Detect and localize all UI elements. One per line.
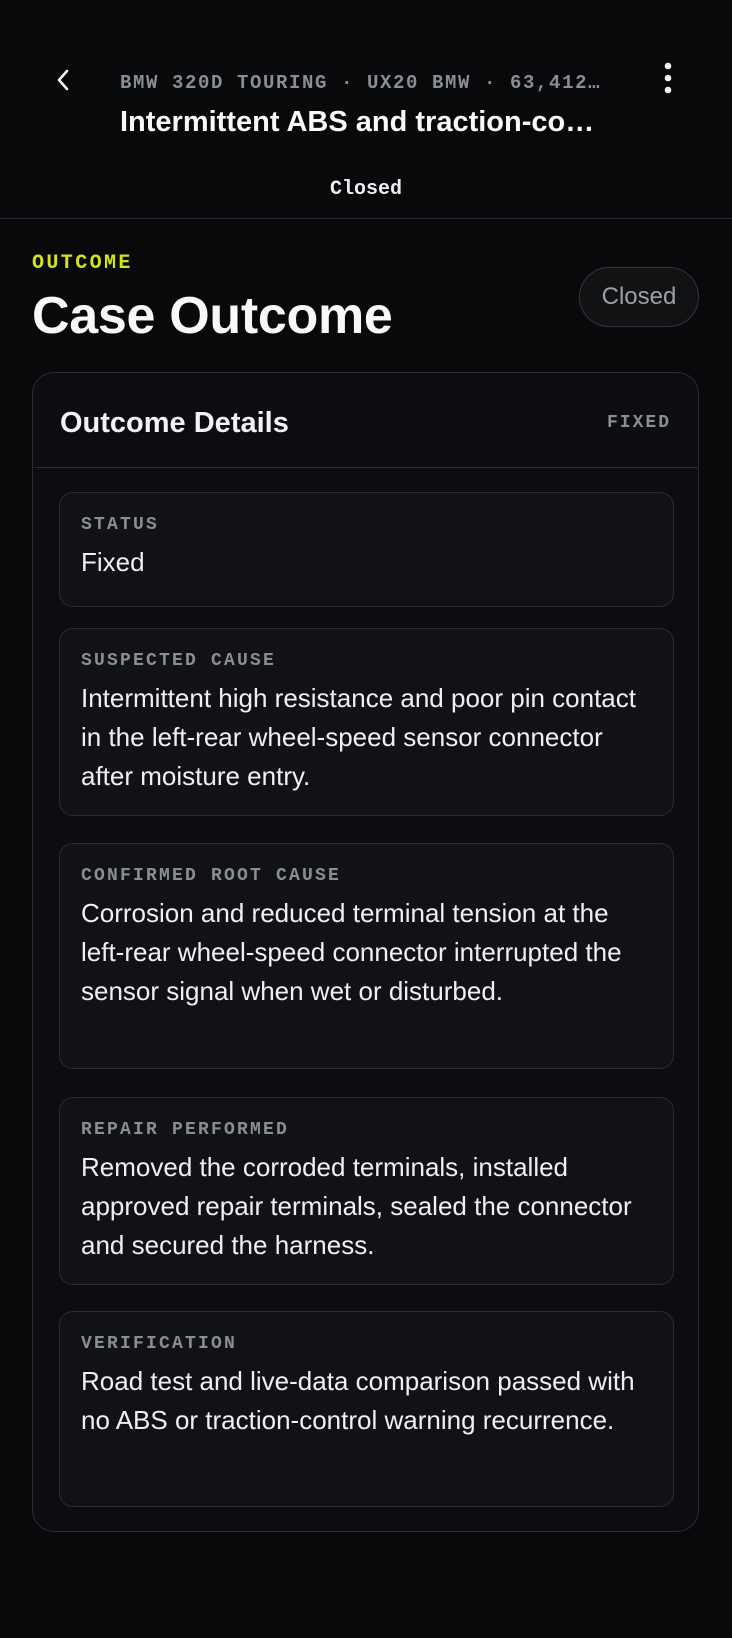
- card-header: Outcome Details FIXED: [33, 373, 698, 468]
- more-vertical-icon: [664, 62, 672, 94]
- field-value: Intermittent high resistance and poor pi…: [81, 683, 636, 791]
- chevron-left-icon: [57, 69, 69, 91]
- field-confirmed-root-cause: CONFIRMED ROOT CAUSE Corrosion and reduc…: [59, 843, 674, 1069]
- field-value: Fixed: [81, 547, 145, 577]
- field-label: SUSPECTED CAUSE: [81, 651, 277, 671]
- more-options-button[interactable]: [648, 56, 688, 100]
- field-verification: VERIFICATION Road test and live-data com…: [59, 1311, 674, 1507]
- case-title: Intermittent ABS and traction-control wa…: [120, 106, 610, 138]
- field-label: VERIFICATION: [81, 1334, 238, 1354]
- status-badge: Closed: [579, 267, 699, 327]
- page-title: Case Outcome: [32, 287, 393, 345]
- field-repair-performed: REPAIR PERFORMED Removed the corroded te…: [59, 1097, 674, 1285]
- field-suspected-cause: SUSPECTED CAUSE Intermittent high resist…: [59, 628, 674, 816]
- section-eyebrow: OUTCOME: [32, 252, 133, 275]
- field-value: Corrosion and reduced terminal tension a…: [81, 898, 622, 1006]
- field-value: Removed the corroded terminals, installe…: [81, 1152, 632, 1260]
- field-label: REPAIR PERFORMED: [81, 1120, 290, 1140]
- vehicle-subtitle: BMW 320D TOURING · UX20 BMW · 63,412 MI: [120, 72, 602, 94]
- field-status: STATUS Fixed: [59, 492, 674, 607]
- outcome-tag: FIXED: [606, 413, 671, 433]
- app-header: BMW 320D TOURING · UX20 BMW · 63,412 MI …: [0, 0, 732, 219]
- field-label: STATUS: [81, 515, 160, 535]
- outcome-details-card: Outcome Details FIXED STATUS Fixed SUSPE…: [32, 372, 699, 1532]
- header-status: Closed: [329, 178, 402, 201]
- field-label: CONFIRMED ROOT CAUSE: [81, 866, 342, 886]
- card-title: Outcome Details: [60, 407, 289, 439]
- back-button[interactable]: [44, 60, 84, 100]
- field-value: Road test and live-data comparison passe…: [81, 1366, 635, 1435]
